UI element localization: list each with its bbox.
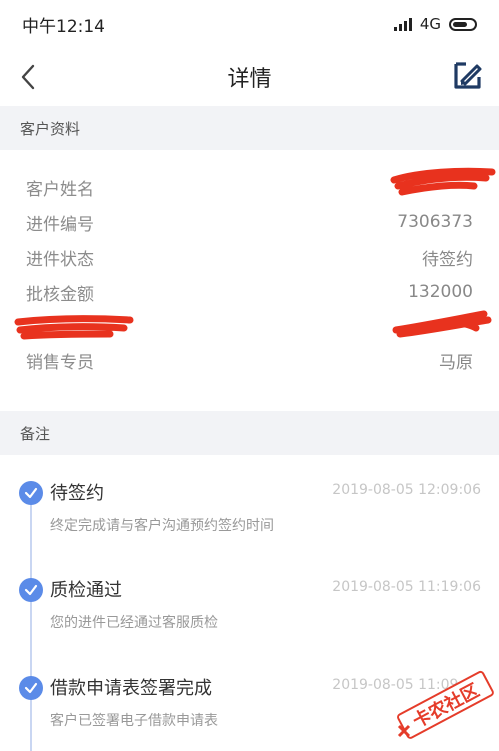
info-label: 进件编号 <box>26 214 94 235</box>
info-label: 销售专员 <box>26 352 94 373</box>
timeline-desc: 客户已签署电子借款申请表 <box>50 713 218 729</box>
status-time: 中午12:14 <box>22 16 105 37</box>
info-row-sales-rep: 销售专员 马原 <box>0 343 499 377</box>
redaction-scribble <box>14 315 134 340</box>
timeline-title: 质检通过 <box>50 580 122 601</box>
info-row-application-status: 进件状态 待签约 <box>0 240 499 274</box>
info-value: 待签约 <box>422 249 473 270</box>
info-value: 132000 <box>408 282 473 302</box>
timeline-desc: 终定完成请与客户沟通预约签约时间 <box>50 518 274 534</box>
timeline-time: 2019-08-05 12:09:06 <box>332 482 481 498</box>
network-type: 4G <box>419 15 441 33</box>
nav-bar: 详情 <box>0 48 499 106</box>
info-row-approved-amount: 批核金额 132000 <box>0 275 499 309</box>
timeline-title: 待签约 <box>50 483 104 504</box>
info-label: 批核金额 <box>26 284 94 305</box>
info-row-application-number: 进件编号 7306373 <box>0 205 499 239</box>
check-circle-icon <box>19 676 43 700</box>
info-value: 7306373 <box>397 212 473 232</box>
timeline-title: 借款申请表签署完成 <box>50 678 212 699</box>
status-icons: 4G <box>393 15 477 33</box>
notes-section-header: 备注 <box>0 411 499 455</box>
timeline-item: 质检通过 2019-08-05 11:19:06 您的进件已经通过客服质检 <box>0 578 499 668</box>
info-label: 客户姓名 <box>26 179 94 200</box>
customer-section-title: 客户资料 <box>20 119 81 138</box>
info-value: 马原 <box>439 352 473 373</box>
timeline-time: 2019-08-05 11:19:06 <box>332 579 481 595</box>
battery-icon <box>449 17 477 31</box>
edit-icon[interactable] <box>453 60 483 90</box>
redaction-scribble <box>390 167 496 196</box>
page-title: 详情 <box>227 67 272 92</box>
chevron-left-icon[interactable] <box>16 60 46 94</box>
status-bar: 中午12:14 4G <box>0 0 499 48</box>
timeline-item: 待签约 2019-08-05 12:09:06 终定完成请与客户沟通预约签约时间 <box>0 481 499 571</box>
info-label: 进件状态 <box>26 249 94 270</box>
check-circle-icon <box>19 481 43 505</box>
watermark-icon: 卡农社区 <box>397 670 494 739</box>
timeline-desc: 您的进件已经通过客服质检 <box>50 615 218 631</box>
redaction-scribble <box>392 310 492 338</box>
detail-page: 中午12:14 4G 详情 客户资料 客户姓名 进件编号 7306373 进件状… <box>0 0 499 751</box>
customer-section-header: 客户资料 <box>0 106 499 150</box>
check-circle-icon <box>19 578 43 602</box>
watermark-logo: 卡农社区 <box>395 664 495 744</box>
signal-icon <box>393 17 412 31</box>
notes-section-title: 备注 <box>20 424 51 443</box>
